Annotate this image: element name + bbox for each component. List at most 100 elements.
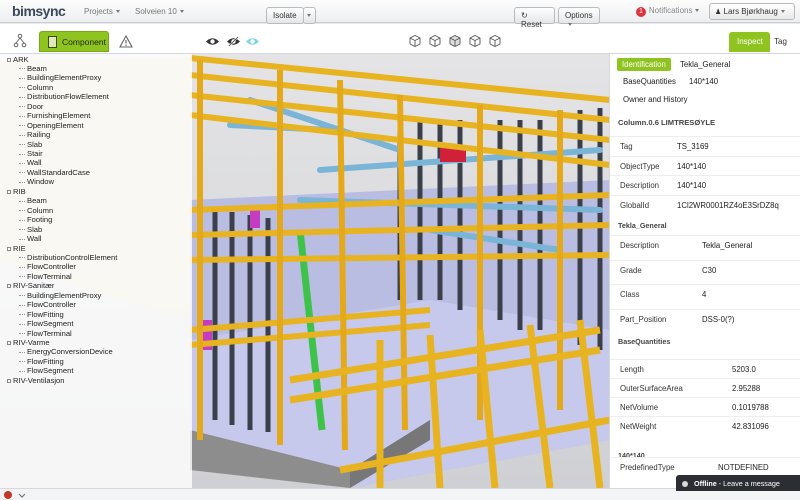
projects-dropdown[interactable]: Projects xyxy=(84,7,120,16)
tree-item[interactable]: Beam xyxy=(19,64,47,74)
tree-item-label: BuildingElementProxy xyxy=(27,290,102,300)
tree-item[interactable]: BuildingElementProxy xyxy=(19,291,101,301)
tree-item[interactable]: DistributionControlElement xyxy=(19,253,117,263)
tab-tag[interactable]: Tag xyxy=(774,37,787,46)
tree-item-label: Slab xyxy=(27,224,43,234)
tree-item[interactable]: FlowTerminal xyxy=(19,329,72,339)
property-row: NetWeight 42.831096 xyxy=(610,416,800,436)
hierarchy-icon[interactable] xyxy=(13,33,27,49)
tree-item[interactable]: FlowSegment xyxy=(19,319,73,329)
notifications-dropdown[interactable]: 1 Notifications xyxy=(636,6,700,17)
tree-item[interactable]: Wall xyxy=(19,158,41,168)
tree-connector xyxy=(19,361,25,363)
tree-item[interactable]: FlowController xyxy=(19,300,76,310)
project-selector[interactable]: Solveien 10 xyxy=(135,7,184,16)
warning-icon[interactable] xyxy=(119,35,133,48)
tree-item[interactable]: Slab xyxy=(19,225,42,235)
property-value: DSS-0(?) xyxy=(702,314,735,324)
tab-component[interactable]: Component xyxy=(39,31,109,52)
property-value: 140*140 xyxy=(677,181,707,190)
tree-item[interactable]: Stair xyxy=(19,149,43,159)
property-key: Description xyxy=(620,181,659,190)
tree-item[interactable]: Footing xyxy=(19,215,52,225)
tree-item[interactable]: FurnishingElement xyxy=(19,111,90,121)
inspector-tab-owner-history[interactable]: Owner and History xyxy=(623,95,688,104)
chat-widget-icon[interactable] xyxy=(3,490,33,500)
property-key: Length xyxy=(620,365,644,374)
section-title-tekla: Tekla_General xyxy=(618,221,667,230)
inspector-tab-basequantities[interactable]: BaseQuantities xyxy=(623,77,676,86)
app-logo[interactable]: bimsync xyxy=(12,3,66,19)
property-value: NOTDEFINED xyxy=(718,463,769,472)
offline-message: Leave a message xyxy=(723,479,780,488)
tree-connector xyxy=(19,181,25,183)
tree-item[interactable]: Slab xyxy=(19,140,42,150)
tree-connector xyxy=(19,144,25,146)
tab-inspect-label: Inspect xyxy=(737,37,763,46)
tree-group[interactable]: RIV-Sanitær xyxy=(7,281,54,291)
tree-item-label: FurnishingElement xyxy=(27,111,91,121)
tree-item[interactable]: Beam xyxy=(19,196,47,206)
eye-slash-icon[interactable] xyxy=(226,36,241,47)
property-key: OuterSurfaceArea xyxy=(620,384,683,393)
tree-item[interactable]: FlowFitting xyxy=(19,357,64,367)
tree-connector xyxy=(19,162,25,164)
component-icon xyxy=(48,36,57,48)
inspector-tab-identification[interactable]: Identification xyxy=(617,58,671,71)
tree-item[interactable]: BuildingElementProxy xyxy=(19,73,101,83)
refresh-icon: ↻ xyxy=(521,11,528,20)
tree-item[interactable]: WallStandardCase xyxy=(19,168,90,178)
tab-tag-label: Tag xyxy=(774,37,787,46)
chevron-down-icon xyxy=(695,9,700,13)
property-value: Tekla_General xyxy=(702,241,753,250)
tree-item[interactable]: Wall xyxy=(19,234,41,244)
eye-icon[interactable] xyxy=(205,36,220,47)
tree-item[interactable]: Railing xyxy=(19,130,50,140)
options-dropdown[interactable]: Options xyxy=(558,7,600,27)
tree-connector xyxy=(19,229,25,231)
property-row: Grade C30 xyxy=(610,259,800,280)
tree-node-icon xyxy=(7,189,11,194)
isolate-options-toggle[interactable] xyxy=(303,7,316,24)
isolate-button[interactable]: Isolate xyxy=(266,7,304,24)
tree-group[interactable]: RIE xyxy=(7,244,26,254)
tree-item[interactable]: DistributionFlowElement xyxy=(19,92,109,102)
tree-node-icon xyxy=(7,378,11,383)
offline-chat-widget[interactable]: Offline - Leave a message xyxy=(676,475,800,491)
property-value: 1Cl2WR0001RZ4oE3SrDZ8q xyxy=(677,200,779,210)
tree-connector xyxy=(19,238,25,240)
tree-connector xyxy=(19,106,25,108)
tree-item[interactable]: Window xyxy=(19,177,54,187)
view-cube-presets[interactable] xyxy=(408,34,503,48)
tree-group[interactable]: RIB xyxy=(7,187,26,197)
logo-text: bimsync xyxy=(12,3,66,19)
tree-group[interactable]: ARK xyxy=(7,55,29,65)
tree-item[interactable]: FlowSegment xyxy=(19,366,73,376)
tree-item[interactable]: FlowController xyxy=(19,262,76,272)
tree-item-label: Door xyxy=(27,101,44,111)
property-row: NetVolume 0.1019788 xyxy=(610,397,800,417)
tree-group[interactable]: RIV-Varme xyxy=(7,338,50,348)
tree-node-icon xyxy=(7,284,11,289)
tree-connector xyxy=(19,87,25,89)
tree-item[interactable]: OpeningElement xyxy=(19,121,84,131)
user-menu-button[interactable]: ♟ Lars Bjørkhaug xyxy=(709,3,795,20)
property-key: Class xyxy=(620,290,640,299)
chevron-down-icon xyxy=(780,10,785,14)
tree-group[interactable]: RIV-Ventilasjon xyxy=(7,376,65,386)
tree-connector xyxy=(19,210,25,212)
tree-item[interactable]: Door xyxy=(19,102,43,112)
tree-item-label: Column xyxy=(27,82,54,92)
inspector-tab-value: 140*140 xyxy=(689,77,718,86)
user-icon: ♟ xyxy=(715,9,722,16)
tree-item[interactable]: Column xyxy=(19,83,53,93)
eye-ghost-icon[interactable] xyxy=(245,36,260,47)
reset-button[interactable]: ↻ Reset xyxy=(514,7,555,29)
tree-item[interactable]: FlowFitting xyxy=(19,310,64,320)
tab-inspect[interactable]: Inspect xyxy=(729,32,770,52)
tab-label: Owner and History xyxy=(623,95,688,104)
tree-item[interactable]: FlowTerminal xyxy=(19,272,72,282)
tree-connector xyxy=(19,314,25,316)
tree-item[interactable]: Column xyxy=(19,206,53,216)
tree-item[interactable]: EnergyConversionDevice xyxy=(19,347,113,357)
